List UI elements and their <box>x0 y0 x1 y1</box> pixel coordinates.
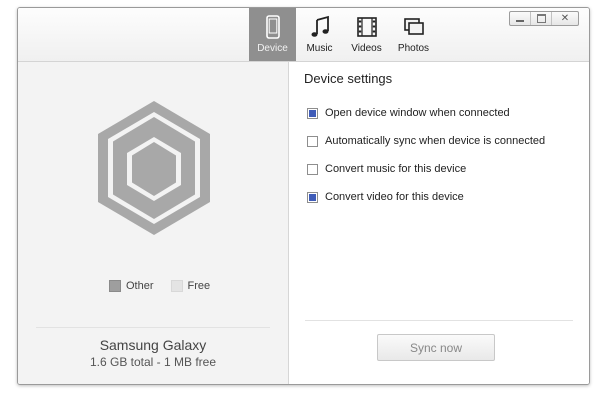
option-convert-video-label: Convert video for this device <box>325 191 464 203</box>
storage-hexagon-graphic <box>98 101 210 235</box>
tab-bar: Device Music Videos Photos <box>249 8 437 61</box>
tab-device-label: Device <box>257 43 288 54</box>
phone-icon <box>265 15 280 39</box>
tab-photos-label: Photos <box>397 43 430 54</box>
device-storage-panel: Other Free Samsung Galaxy 1.6 GB total -… <box>18 62 289 384</box>
maximize-icon <box>536 14 546 23</box>
legend-swatch-free <box>170 280 183 292</box>
tab-videos-label: Videos <box>351 43 382 54</box>
photos-icon <box>403 18 424 35</box>
minimize-button[interactable] <box>510 12 531 25</box>
checkbox-convert-music[interactable] <box>307 163 318 175</box>
tab-device[interactable]: Device <box>249 8 296 61</box>
close-icon: ✕ <box>560 12 570 24</box>
checkbox-convert-video[interactable] <box>307 191 318 203</box>
tab-videos[interactable]: Videos <box>343 8 390 61</box>
option-convert-music-label: Convert music for this device <box>325 163 467 175</box>
app-window: Device Music Videos Photos ✕ Other Free … <box>17 7 590 385</box>
option-auto-sync-label: Automatically sync when device is connec… <box>325 135 546 147</box>
option-convert-music[interactable]: Convert music for this device <box>307 163 466 175</box>
device-name: Samsung Galaxy <box>99 337 207 353</box>
minimize-icon <box>516 19 524 22</box>
option-auto-sync[interactable]: Automatically sync when device is connec… <box>307 135 545 147</box>
legend-swatch-other <box>109 280 121 292</box>
device-capacity: 1.6 GB total - 1 MB free <box>89 355 217 369</box>
sync-now-button[interactable]: Sync now <box>377 334 495 361</box>
film-icon <box>356 17 377 37</box>
legend-label-free: Free <box>187 280 211 292</box>
tab-music-label: Music <box>306 43 333 54</box>
checkbox-open-window[interactable] <box>307 107 318 119</box>
left-divider <box>36 327 270 328</box>
checkbox-auto-sync[interactable] <box>307 135 318 147</box>
tab-photos[interactable]: Photos <box>390 8 437 61</box>
title-bar: Device Music Videos Photos ✕ <box>18 8 589 62</box>
settings-title: Device settings <box>304 71 393 86</box>
window-controls: ✕ <box>509 11 579 26</box>
music-note-icon <box>311 15 329 37</box>
legend-label-other: Other <box>126 280 154 292</box>
option-convert-video[interactable]: Convert video for this device <box>307 191 464 203</box>
option-open-window[interactable]: Open device window when connected <box>307 107 510 119</box>
close-button[interactable]: ✕ <box>552 12 578 25</box>
storage-legend: Other Free <box>109 280 210 292</box>
option-open-window-label: Open device window when connected <box>325 107 510 119</box>
maximize-button[interactable] <box>531 12 552 25</box>
tab-music[interactable]: Music <box>296 8 343 61</box>
right-divider <box>305 320 573 321</box>
device-settings-panel: Device settings Open device window when … <box>289 62 589 384</box>
